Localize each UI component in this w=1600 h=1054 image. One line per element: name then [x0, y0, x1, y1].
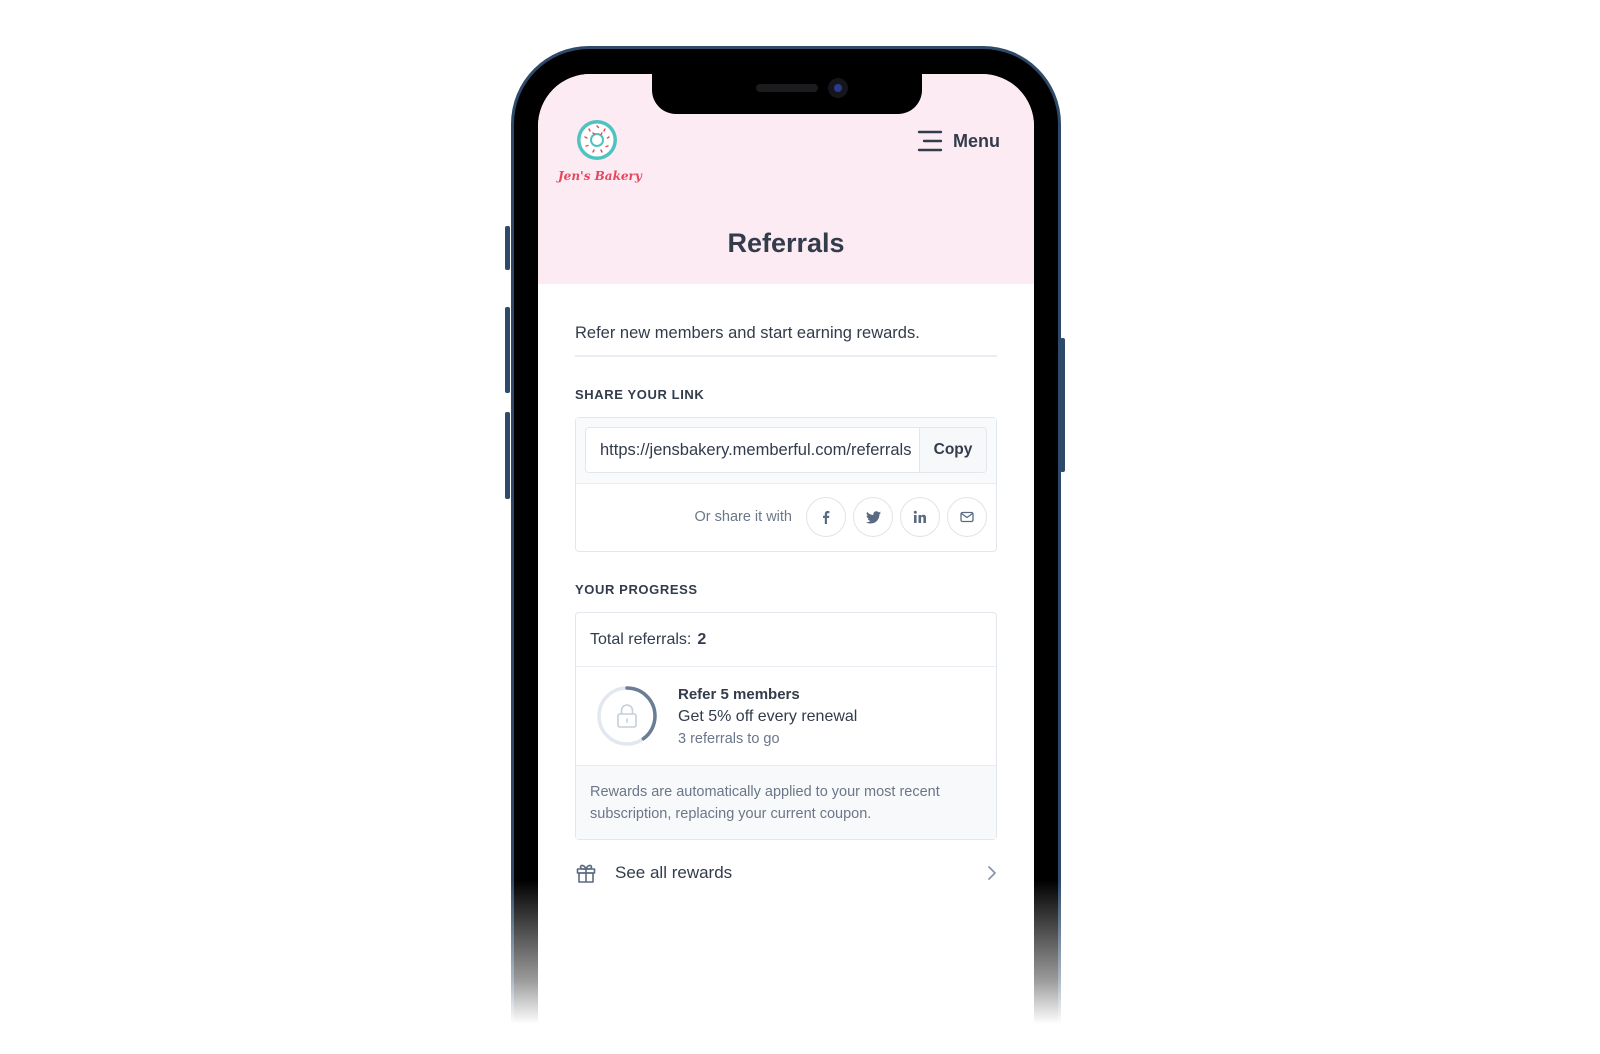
hamburger-icon	[917, 130, 943, 152]
linkedin-icon	[913, 510, 926, 523]
brand-name: Jen's Bakery	[558, 169, 642, 183]
share-card: Copy Or share it with	[575, 417, 997, 552]
front-camera	[828, 78, 848, 98]
share-facebook-button[interactable]	[806, 497, 846, 537]
reward-details: Refer 5 members Get 5% off every renewal…	[678, 686, 857, 747]
see-all-rewards-link[interactable]: See all rewards	[575, 862, 997, 884]
share-twitter-button[interactable]	[853, 497, 893, 537]
facebook-icon	[823, 511, 830, 524]
main-content: Refer new members and start earning rewa…	[538, 284, 1034, 884]
phone-bezel: Jen's Bakery Menu Referrals Refer new me…	[514, 49, 1058, 1053]
volume-up-button	[505, 307, 510, 393]
reward-title: Refer 5 members	[678, 685, 800, 703]
lock-icon	[617, 704, 637, 728]
share-label: Or share it with	[694, 509, 793, 525]
mute-switch	[505, 226, 510, 270]
reward-progress-ring	[597, 686, 657, 746]
copy-button[interactable]: Copy	[919, 428, 986, 472]
chevron-right-icon	[988, 866, 996, 880]
menu-label: Menu	[953, 130, 1000, 151]
share-section-label: SHARE YOUR LINK	[575, 387, 705, 402]
share-linkedin-button[interactable]	[900, 497, 940, 537]
phone-screen: Jen's Bakery Menu Referrals Refer new me…	[538, 74, 1034, 1053]
rewards-note: Rewards are automatically applied to you…	[576, 765, 996, 839]
share-email-button[interactable]	[947, 497, 987, 537]
total-referrals-value: 2	[697, 631, 707, 648]
link-row: Copy	[576, 418, 996, 484]
speaker	[756, 84, 818, 92]
menu-button[interactable]: Menu	[917, 130, 1000, 152]
share-row: Or share it with	[576, 484, 996, 551]
intro-text: Refer new members and start earning rewa…	[575, 284, 997, 357]
donut-logo-icon	[577, 120, 617, 160]
twitter-icon	[865, 510, 881, 523]
volume-down-button	[505, 412, 510, 499]
notch	[652, 74, 922, 114]
referral-link-input[interactable]	[586, 428, 919, 472]
total-referrals-label: Total referrals:	[590, 631, 692, 648]
reward-remaining: 3 referrals to go	[678, 730, 780, 747]
link-box: Copy	[585, 427, 987, 473]
reward-item: Refer 5 members Get 5% off every renewal…	[576, 667, 996, 765]
progress-card: Total referrals: 2 Refer 5 members Get 5…	[575, 612, 997, 840]
reward-description: Get 5% off every renewal	[678, 707, 858, 725]
progress-section-label: YOUR PROGRESS	[575, 582, 698, 597]
brand-logo[interactable]: Jen's Bakery	[558, 118, 642, 183]
see-all-rewards-label: See all rewards	[615, 863, 733, 882]
page-title: Referrals	[727, 228, 845, 258]
phone-frame: Jen's Bakery Menu Referrals Refer new me…	[511, 46, 1061, 1054]
total-referrals: Total referrals: 2	[576, 613, 996, 667]
mail-icon	[960, 511, 974, 523]
gift-icon	[576, 864, 596, 883]
